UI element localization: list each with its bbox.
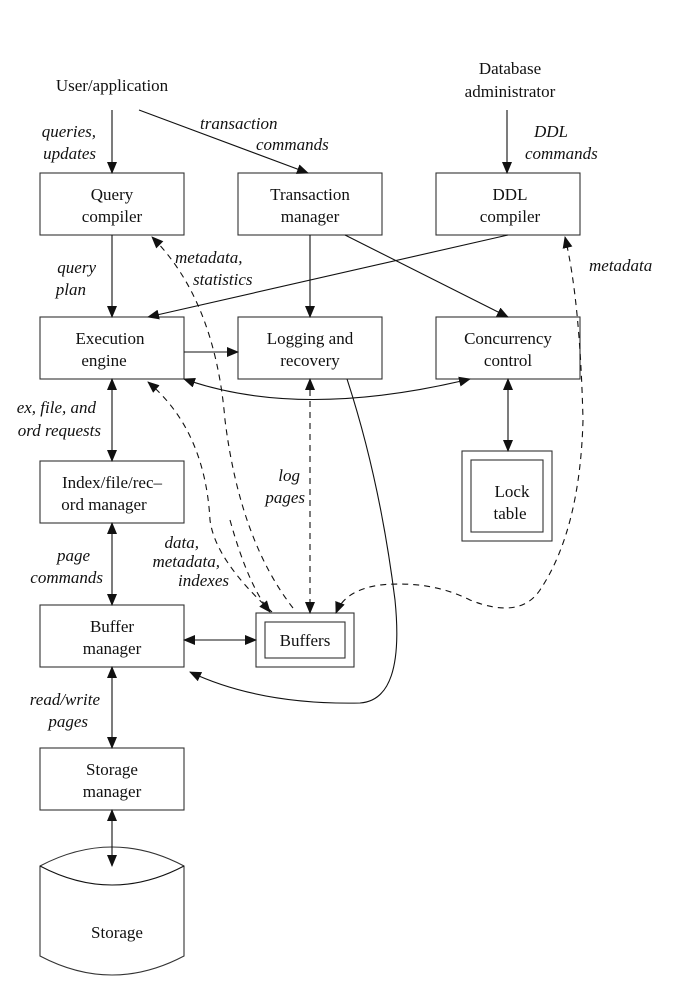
concurrency-control-label-1: Concurrency <box>464 329 552 348</box>
label-queries: queries, <box>42 122 96 141</box>
label-pages-log: pages <box>264 488 305 507</box>
dbms-architecture-diagram: User/application Database administrator … <box>17 59 652 976</box>
index-file-record-manager-box: Index/file/rec– ord manager <box>39 460 185 524</box>
logging-recovery-label-1: Logging and <box>267 329 354 348</box>
label-metadata-2: metadata, <box>152 552 220 571</box>
transaction-manager-box: Transaction manager <box>237 172 383 236</box>
arrow-execution-engine-concurrency-control <box>183 376 471 401</box>
transaction-manager-label-1: Transaction <box>270 185 350 204</box>
label-read-write: read/write <box>30 690 101 709</box>
buffer-manager-label-1: Buffer <box>90 617 134 636</box>
concurrency-control-box: Concurrency control <box>435 316 581 380</box>
storage-cylinder: Storage <box>39 846 185 976</box>
buffer-manager-box: Buffer manager <box>39 604 185 668</box>
concurrency-control-label-2: control <box>484 351 532 370</box>
storage-manager-label-1: Storage <box>86 760 138 779</box>
label-ddl-commands: commands <box>525 144 598 163</box>
execution-engine-box: Execution engine <box>39 316 185 380</box>
label-page-commands: commands <box>30 568 103 587</box>
label-query: query <box>57 258 96 277</box>
index-file-record-manager-label-1: Index/file/rec– <box>62 473 163 492</box>
arrow-transaction-manager-to-concurrency <box>344 234 509 318</box>
buffers-store: Buffers <box>255 612 355 668</box>
label-indexes: indexes <box>178 571 229 590</box>
actor-dba-line1: Database <box>479 59 541 78</box>
buffer-manager-label-2: manager <box>83 639 142 658</box>
execution-engine-label-2: engine <box>81 351 126 370</box>
actor-user-application: User/application <box>56 76 169 95</box>
logging-recovery-box: Logging and recovery <box>237 316 383 380</box>
label-page: page <box>56 546 91 565</box>
buffers-label: Buffers <box>280 631 331 650</box>
label-log: log <box>278 466 300 485</box>
ddl-compiler-label-1: DDL <box>493 185 528 204</box>
label-updates: updates <box>43 144 96 163</box>
label-data: data, <box>165 533 199 552</box>
label-transaction: transaction <box>200 114 277 133</box>
label-read-write-pages: pages <box>47 712 88 731</box>
actor-dba-line2: administrator <box>465 82 556 101</box>
label-plan: plan <box>55 280 86 299</box>
lock-table-label-2: table <box>493 504 526 523</box>
ddl-compiler-box: DDL compiler <box>435 172 581 236</box>
label-record-requests: ord requests <box>18 421 102 440</box>
storage-label: Storage <box>91 923 143 942</box>
storage-manager-box: Storage manager <box>39 747 185 811</box>
label-statistics: statistics <box>193 270 253 289</box>
dashed-arrow-metadata-to-ddl <box>335 236 584 614</box>
transaction-manager-label-2: manager <box>281 207 340 226</box>
label-commands: commands <box>256 135 329 154</box>
label-metadata: metadata <box>589 256 652 275</box>
label-index-file-and: ex, file, and <box>17 398 97 417</box>
label-ddl: DDL <box>533 122 568 141</box>
query-compiler-label-2: compiler <box>82 207 143 226</box>
storage-manager-label-2: manager <box>83 782 142 801</box>
query-compiler-box: Query compiler <box>39 172 185 236</box>
dashed-arrow-data-metadata-indexes <box>229 519 271 613</box>
lock-table-label-1: Lock <box>495 482 530 501</box>
execution-engine-label-1: Execution <box>76 329 145 348</box>
lock-table-store: Lock table <box>461 450 553 542</box>
logging-recovery-label-2: recovery <box>280 351 340 370</box>
ddl-compiler-label-2: compiler <box>480 207 541 226</box>
query-compiler-label-1: Query <box>91 185 134 204</box>
label-metadata-comma: metadata, <box>175 248 243 267</box>
index-file-record-manager-label-2: ord manager <box>61 495 147 514</box>
